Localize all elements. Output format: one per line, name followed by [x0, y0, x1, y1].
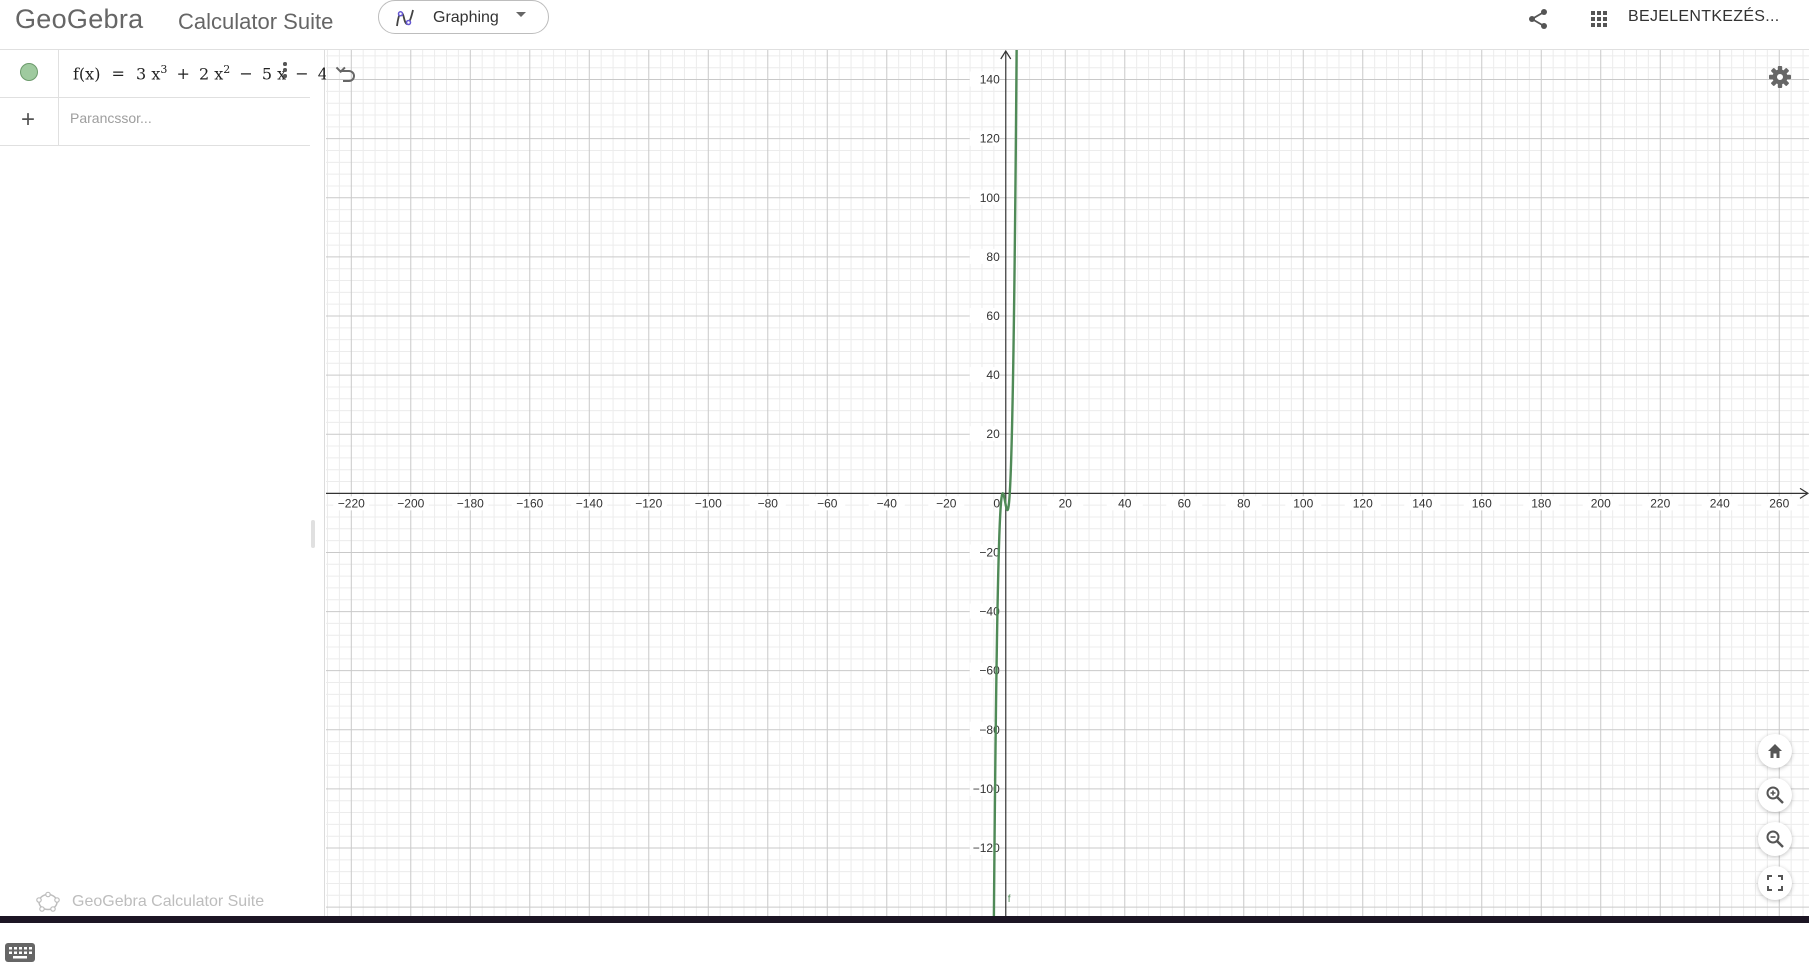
x-tick-label: 0 [993, 496, 1000, 510]
command-input[interactable]: Parancssor... [70, 110, 152, 126]
x-tick-label: −200 [397, 496, 424, 510]
y-tick-label: 80 [986, 250, 1000, 264]
expr-equals: = [111, 64, 125, 84]
taskbar-strip [0, 916, 1809, 923]
x-tick-label: 60 [1178, 496, 1192, 510]
keyboard-keys [9, 947, 32, 959]
function-label: f [1008, 894, 1011, 905]
y-tick-label: 20 [986, 427, 1000, 441]
y-tick-label: 40 [986, 368, 1000, 382]
expr-coef-1: 3 [136, 64, 147, 84]
visibility-toggle[interactable] [20, 63, 38, 81]
expr-var-1: x [151, 64, 161, 84]
expr-op-2: − [239, 64, 253, 84]
expr-exp-2: 2 [223, 63, 231, 76]
settings-icon[interactable] [1767, 64, 1793, 90]
geogebra-logo[interactable]: GeoGebra [15, 4, 143, 35]
y-tick-label: 60 [986, 309, 1000, 323]
fullscreen-button[interactable] [1758, 866, 1792, 900]
x-tick-label: −220 [338, 496, 365, 510]
x-tick-label: −180 [457, 496, 484, 510]
x-tick-label: 40 [1118, 496, 1132, 510]
zoom-in-button[interactable] [1758, 778, 1792, 812]
y-tick-label: 100 [980, 191, 1000, 205]
y-tick-label: 140 [980, 73, 1000, 87]
y-tick-label: 120 [980, 132, 1000, 146]
x-tick-label: 160 [1472, 496, 1492, 510]
x-tick-label: −160 [516, 496, 543, 510]
zoom-in-icon [1766, 786, 1784, 804]
algebra-input-row[interactable]: + Parancssor... [0, 98, 310, 146]
algebra-panel: f(x) = 3 x3 + 2 x2 − 5 x − 4 + Parancsso… [0, 50, 328, 962]
x-tick-label: −120 [635, 496, 662, 510]
x-tick-label: −100 [695, 496, 722, 510]
more-options-icon[interactable] [282, 62, 288, 82]
add-item-icon[interactable]: + [21, 108, 35, 132]
home-icon [1768, 744, 1782, 758]
x-tick-label: 240 [1710, 496, 1730, 510]
geogebra-logo-icon [36, 891, 60, 912]
logo-text: GeoGebra [15, 4, 144, 34]
zoom-out-icon [1766, 830, 1784, 848]
x-tick-label: 20 [1059, 496, 1073, 510]
y-tick-label: −120 [973, 841, 1000, 855]
x-tick-label: −140 [576, 496, 603, 510]
caret-down-icon [516, 12, 526, 17]
login-button[interactable]: BEJELENTKEZÉS... [1628, 8, 1780, 26]
expr-var-2: x [214, 64, 224, 84]
app-picker-button[interactable]: Graphing [378, 0, 549, 34]
panel-resize-handle[interactable] [311, 520, 315, 548]
row-divider [58, 50, 59, 97]
top-bar: GeoGebra Calculator Suite Graphing BEJEL… [0, 0, 1809, 50]
suite-title: Calculator Suite [178, 9, 334, 34]
x-tick-label: −60 [817, 496, 838, 510]
expr-op-3: − [295, 64, 309, 84]
zoom-out-button[interactable] [1758, 822, 1792, 856]
y-tick-label: −80 [979, 723, 1000, 737]
x-tick-label: 120 [1353, 496, 1373, 510]
graphing-icon [396, 9, 414, 27]
expr-lhs: f(x) [73, 64, 101, 84]
x-tick-label: −20 [936, 496, 957, 510]
watermark-text: GeoGebra Calculator Suite [72, 893, 265, 910]
algebra-row-f[interactable]: f(x) = 3 x3 + 2 x2 − 5 x − 4 [0, 50, 328, 98]
share-icon[interactable] [1523, 4, 1553, 34]
keyboard-icon[interactable] [5, 943, 35, 962]
x-tick-label: 180 [1531, 496, 1551, 510]
fullscreen-icon [1767, 875, 1783, 891]
expr-op-1: + [176, 64, 190, 84]
home-button[interactable] [1758, 734, 1792, 768]
expr-exp-1: 3 [160, 63, 168, 76]
x-tick-label: −40 [877, 496, 898, 510]
x-tick-label: 140 [1412, 496, 1432, 510]
x-tick-label: 100 [1293, 496, 1313, 510]
undo-icon[interactable] [335, 62, 357, 84]
apps-grid-icon[interactable] [1584, 4, 1614, 34]
row-divider [58, 98, 59, 145]
x-tick-label: 220 [1650, 496, 1670, 510]
x-tick-label: 200 [1591, 496, 1611, 510]
expr-coef-2: 2 [198, 64, 210, 84]
graph-canvas[interactable]: −220 −200 −180 −160 −140 −120 −100 −80 −60 −40 −20… [326, 37, 1809, 919]
x-tick-label: 80 [1237, 496, 1251, 510]
app-picker-label: Graphing [433, 9, 499, 26]
function-expression[interactable]: f(x) = 3 x3 + 2 x2 − 5 x − 4 [73, 63, 328, 83]
x-tick-label: 260 [1769, 496, 1789, 510]
x-tick-label: −80 [758, 496, 779, 510]
expr-coef-3: 5 [261, 64, 273, 84]
graphics-view[interactable]: −220 −200 −180 −160 −140 −120 −100 −80 −60 −40 −20… [326, 37, 1809, 919]
y-tick-label: −20 [979, 545, 1000, 559]
